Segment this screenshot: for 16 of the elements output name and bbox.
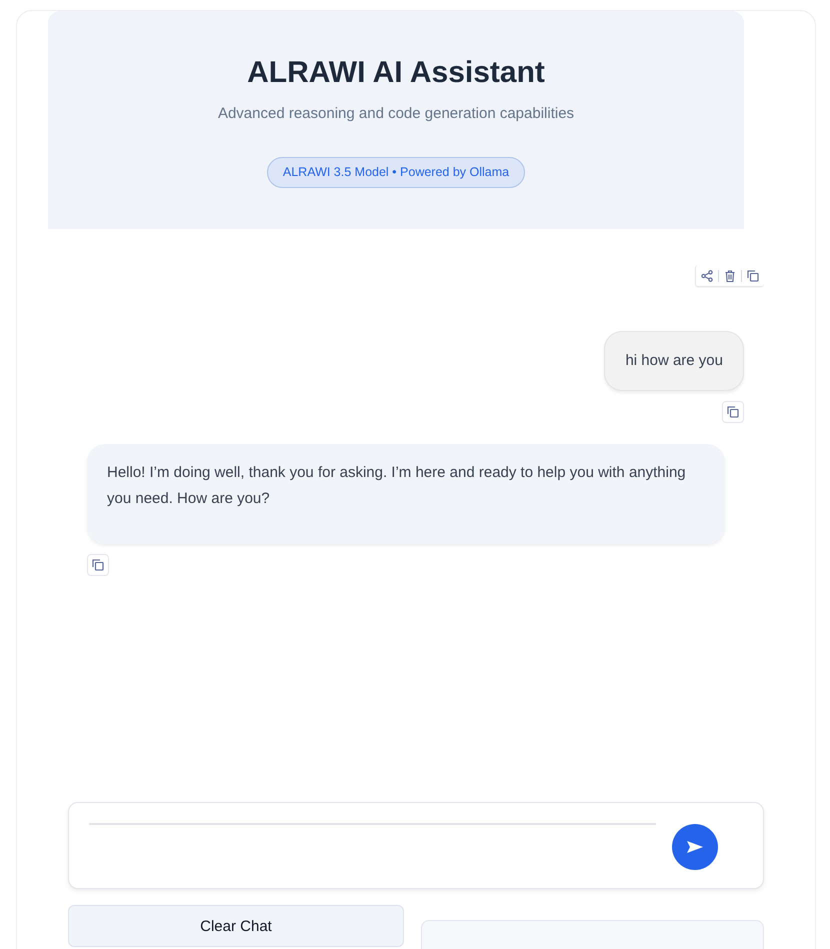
send-icon [687,841,703,853]
trash-icon [724,270,736,282]
clear-chat-button[interactable]: Clear Chat [68,905,404,947]
model-badge: ALRAWI 3.5 Model • Powered by Ollama [266,157,526,188]
copy-icon [92,559,104,571]
copy-button[interactable] [87,554,109,576]
app-subtitle: Advanced reasoning and code generation capabilities [218,104,574,124]
send-button[interactable] [672,824,718,870]
share-icon [701,270,713,282]
message-input[interactable] [68,802,764,889]
copy-icon [727,406,739,418]
copy-button[interactable] [722,401,744,423]
copy-icon [747,270,759,282]
app-title: ALRAWI AI Assistant [247,55,545,91]
user-message: hi how are you [604,331,744,391]
assistant-message: Hello! I’m doing well, thank you for asking. I’m here and ready to help you with anything you need. How are you? [87,444,725,544]
